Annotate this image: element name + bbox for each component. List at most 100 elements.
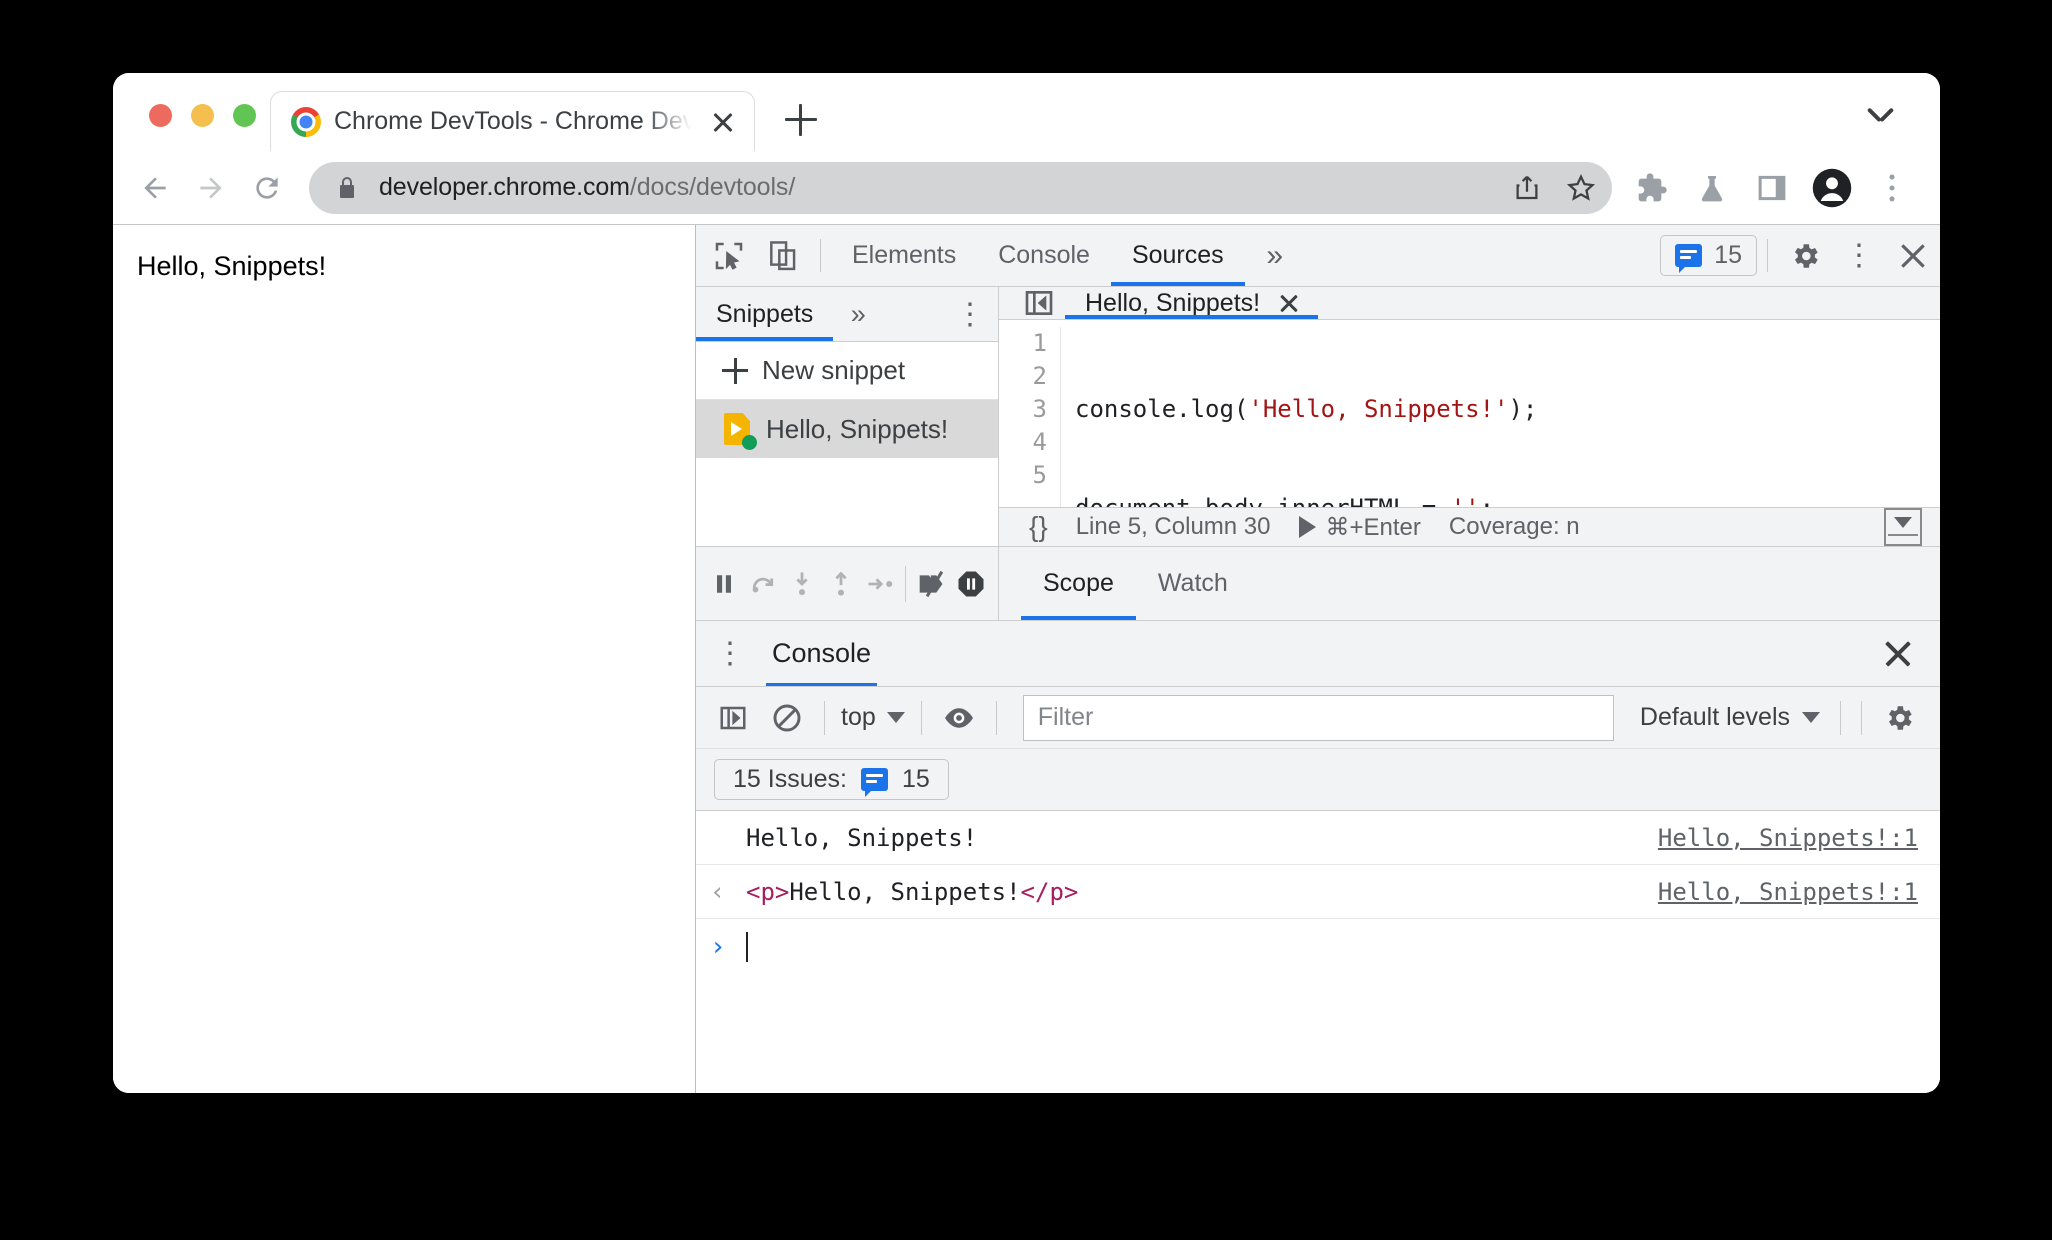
message-text: <p>Hello, Snippets!</p> [746,877,1079,906]
window-controls [113,104,256,151]
lock-icon [335,174,359,202]
console-sidebar-icon[interactable] [706,694,760,742]
toolbar-divider-2 [1767,239,1768,272]
navigator-more-chevron-icon[interactable]: » [833,287,883,341]
issues-button[interactable]: 15 Issues: 15 [714,759,949,800]
step-icon[interactable] [860,547,899,620]
editor-pane: Hello, Snippets! 1 2 3 4 5 console.log('… [999,287,1940,546]
console-divider [824,700,825,735]
tab-sources[interactable]: Sources [1110,225,1245,286]
toolbar-divider [820,239,821,272]
tab-console[interactable]: Console [977,225,1111,286]
clear-console-icon[interactable] [760,694,814,742]
debugger-controls [696,547,999,620]
message-source-link[interactable]: Hello, Snippets!:1 [1658,824,1918,852]
console-message[interactable]: ‹ <p>Hello, Snippets!</p> Hello, Snippet… [696,865,1940,919]
screenshot-root: Chrome DevTools - Chrome Dev developer.c… [0,0,2052,1240]
tab-editor-file[interactable]: Hello, Snippets! [1065,287,1319,319]
minimize-window-button[interactable] [191,104,214,127]
prompt-caret-icon: › [710,932,726,962]
pause-on-exceptions-icon[interactable] [951,547,990,620]
live-expression-icon[interactable] [932,694,986,742]
step-over-icon[interactable] [743,547,782,620]
filter-input[interactable] [1022,694,1614,741]
tab-title: Chrome DevTools - Chrome Dev [334,107,696,135]
navigator-menu-icon[interactable]: ⋮ [942,287,998,341]
message-source-link[interactable]: Hello, Snippets!:1 [1658,878,1918,906]
share-icon[interactable] [1500,164,1554,212]
chevron-down-icon [1802,712,1820,723]
run-snippet-button[interactable]: ⌘+Enter [1285,513,1435,542]
issues-counter-button[interactable]: 15 [1660,235,1757,276]
chrome-menu-icon[interactable] [1864,160,1920,216]
new-snippet-button[interactable]: New snippet [696,342,998,400]
chevron-down-icon[interactable] [1862,97,1902,137]
coverage-status[interactable]: Coverage: n [1435,513,1594,541]
console-settings-gear-icon[interactable] [1872,694,1926,742]
drawer-toggle-icon[interactable] [1884,508,1922,546]
labs-flask-icon[interactable] [1684,160,1740,216]
pause-script-icon[interactable] [704,547,743,620]
more-panels-chevron-icon[interactable]: » [1245,225,1305,286]
browser-tab[interactable]: Chrome DevTools - Chrome Dev [270,91,756,151]
browser-toolbar: developer.chrome.com/docs/devtools/ [113,151,1940,225]
tab-drawer-console[interactable]: Console [756,621,887,686]
star-icon[interactable] [1554,164,1608,212]
browser-window: Chrome DevTools - Chrome Dev developer.c… [113,73,1940,1093]
devtools-menu-icon[interactable]: ⋮ [1832,225,1886,286]
reload-icon[interactable] [239,160,295,216]
inspect-cursor-icon[interactable] [702,225,756,286]
cursor-position: Line 5, Column 30 [1075,513,1271,540]
close-icon[interactable] [1278,292,1300,314]
chrome-logo-icon [291,106,321,137]
deactivate-breakpoints-icon[interactable] [912,547,951,620]
forward-arrow-icon[interactable] [183,160,239,216]
side-panel-icon[interactable] [1744,160,1800,216]
issues-bar: 15 Issues: 15 [696,749,1940,811]
code-editor[interactable]: 1 2 3 4 5 console.log('Hello, Snippets!'… [999,320,1940,507]
new-tab-button[interactable] [779,98,823,142]
editor-tabbar: Hello, Snippets! [999,287,1940,320]
chevron-down-icon [886,712,905,723]
profile-avatar-icon[interactable] [1804,160,1860,216]
tab-scope[interactable]: Scope [1021,547,1136,620]
issues-count: 15 [1714,241,1742,269]
url-host: developer.chrome.com [379,173,630,201]
navigator-pane: Snippets » ⋮ New snippet Hello, Snippets… [696,287,999,546]
tab-snippets[interactable]: Snippets [696,287,834,341]
log-levels-selector[interactable]: Default levels [1630,703,1830,732]
tab-watch[interactable]: Watch [1136,547,1250,620]
line-number: 5 [1032,461,1047,489]
address-bar[interactable]: developer.chrome.com/docs/devtools/ [309,161,1612,214]
plus-icon [722,357,748,384]
drawer-header: ⋮ Console [696,621,1940,687]
issues-speech-icon [1675,244,1703,273]
maximize-window-button[interactable] [233,104,256,127]
close-icon[interactable] [708,107,738,137]
console-prompt[interactable]: › [696,919,1940,975]
url-path: /docs/devtools/ [629,173,796,201]
close-drawer-icon[interactable] [1876,632,1920,676]
back-arrow-icon[interactable] [127,160,183,216]
console-message[interactable]: Hello, Snippets! Hello, Snippets!:1 [696,811,1940,865]
line-number: 1 [1032,329,1047,357]
tab-elements[interactable]: Elements [831,225,977,286]
execution-context-selector[interactable]: top [835,703,911,732]
drawer-menu-icon[interactable]: ⋮ [704,636,756,671]
show-navigator-icon[interactable] [1013,287,1065,319]
extensions-puzzle-icon[interactable] [1624,160,1680,216]
code-lines: console.log('Hello, Snippets!'); documen… [1061,327,1624,507]
close-devtools-icon[interactable] [1886,225,1940,286]
debugger-toolbar-row: Scope Watch [696,547,1940,621]
log-levels-label: Default levels [1639,703,1790,731]
close-window-button[interactable] [149,104,172,127]
step-out-icon[interactable] [821,547,860,620]
pretty-print-icon[interactable]: {} [1015,511,1062,543]
step-into-icon[interactable] [782,547,821,620]
content-row: Hello, Snippets! Elements Console Source… [113,225,1940,1093]
device-toolbar-icon[interactable] [756,225,810,286]
list-item[interactable]: Hello, Snippets! [696,400,998,458]
editor-status-bar: {} Line 5, Column 30 ⌘+Enter Coverage: n [999,507,1940,546]
gear-icon[interactable] [1778,225,1832,286]
